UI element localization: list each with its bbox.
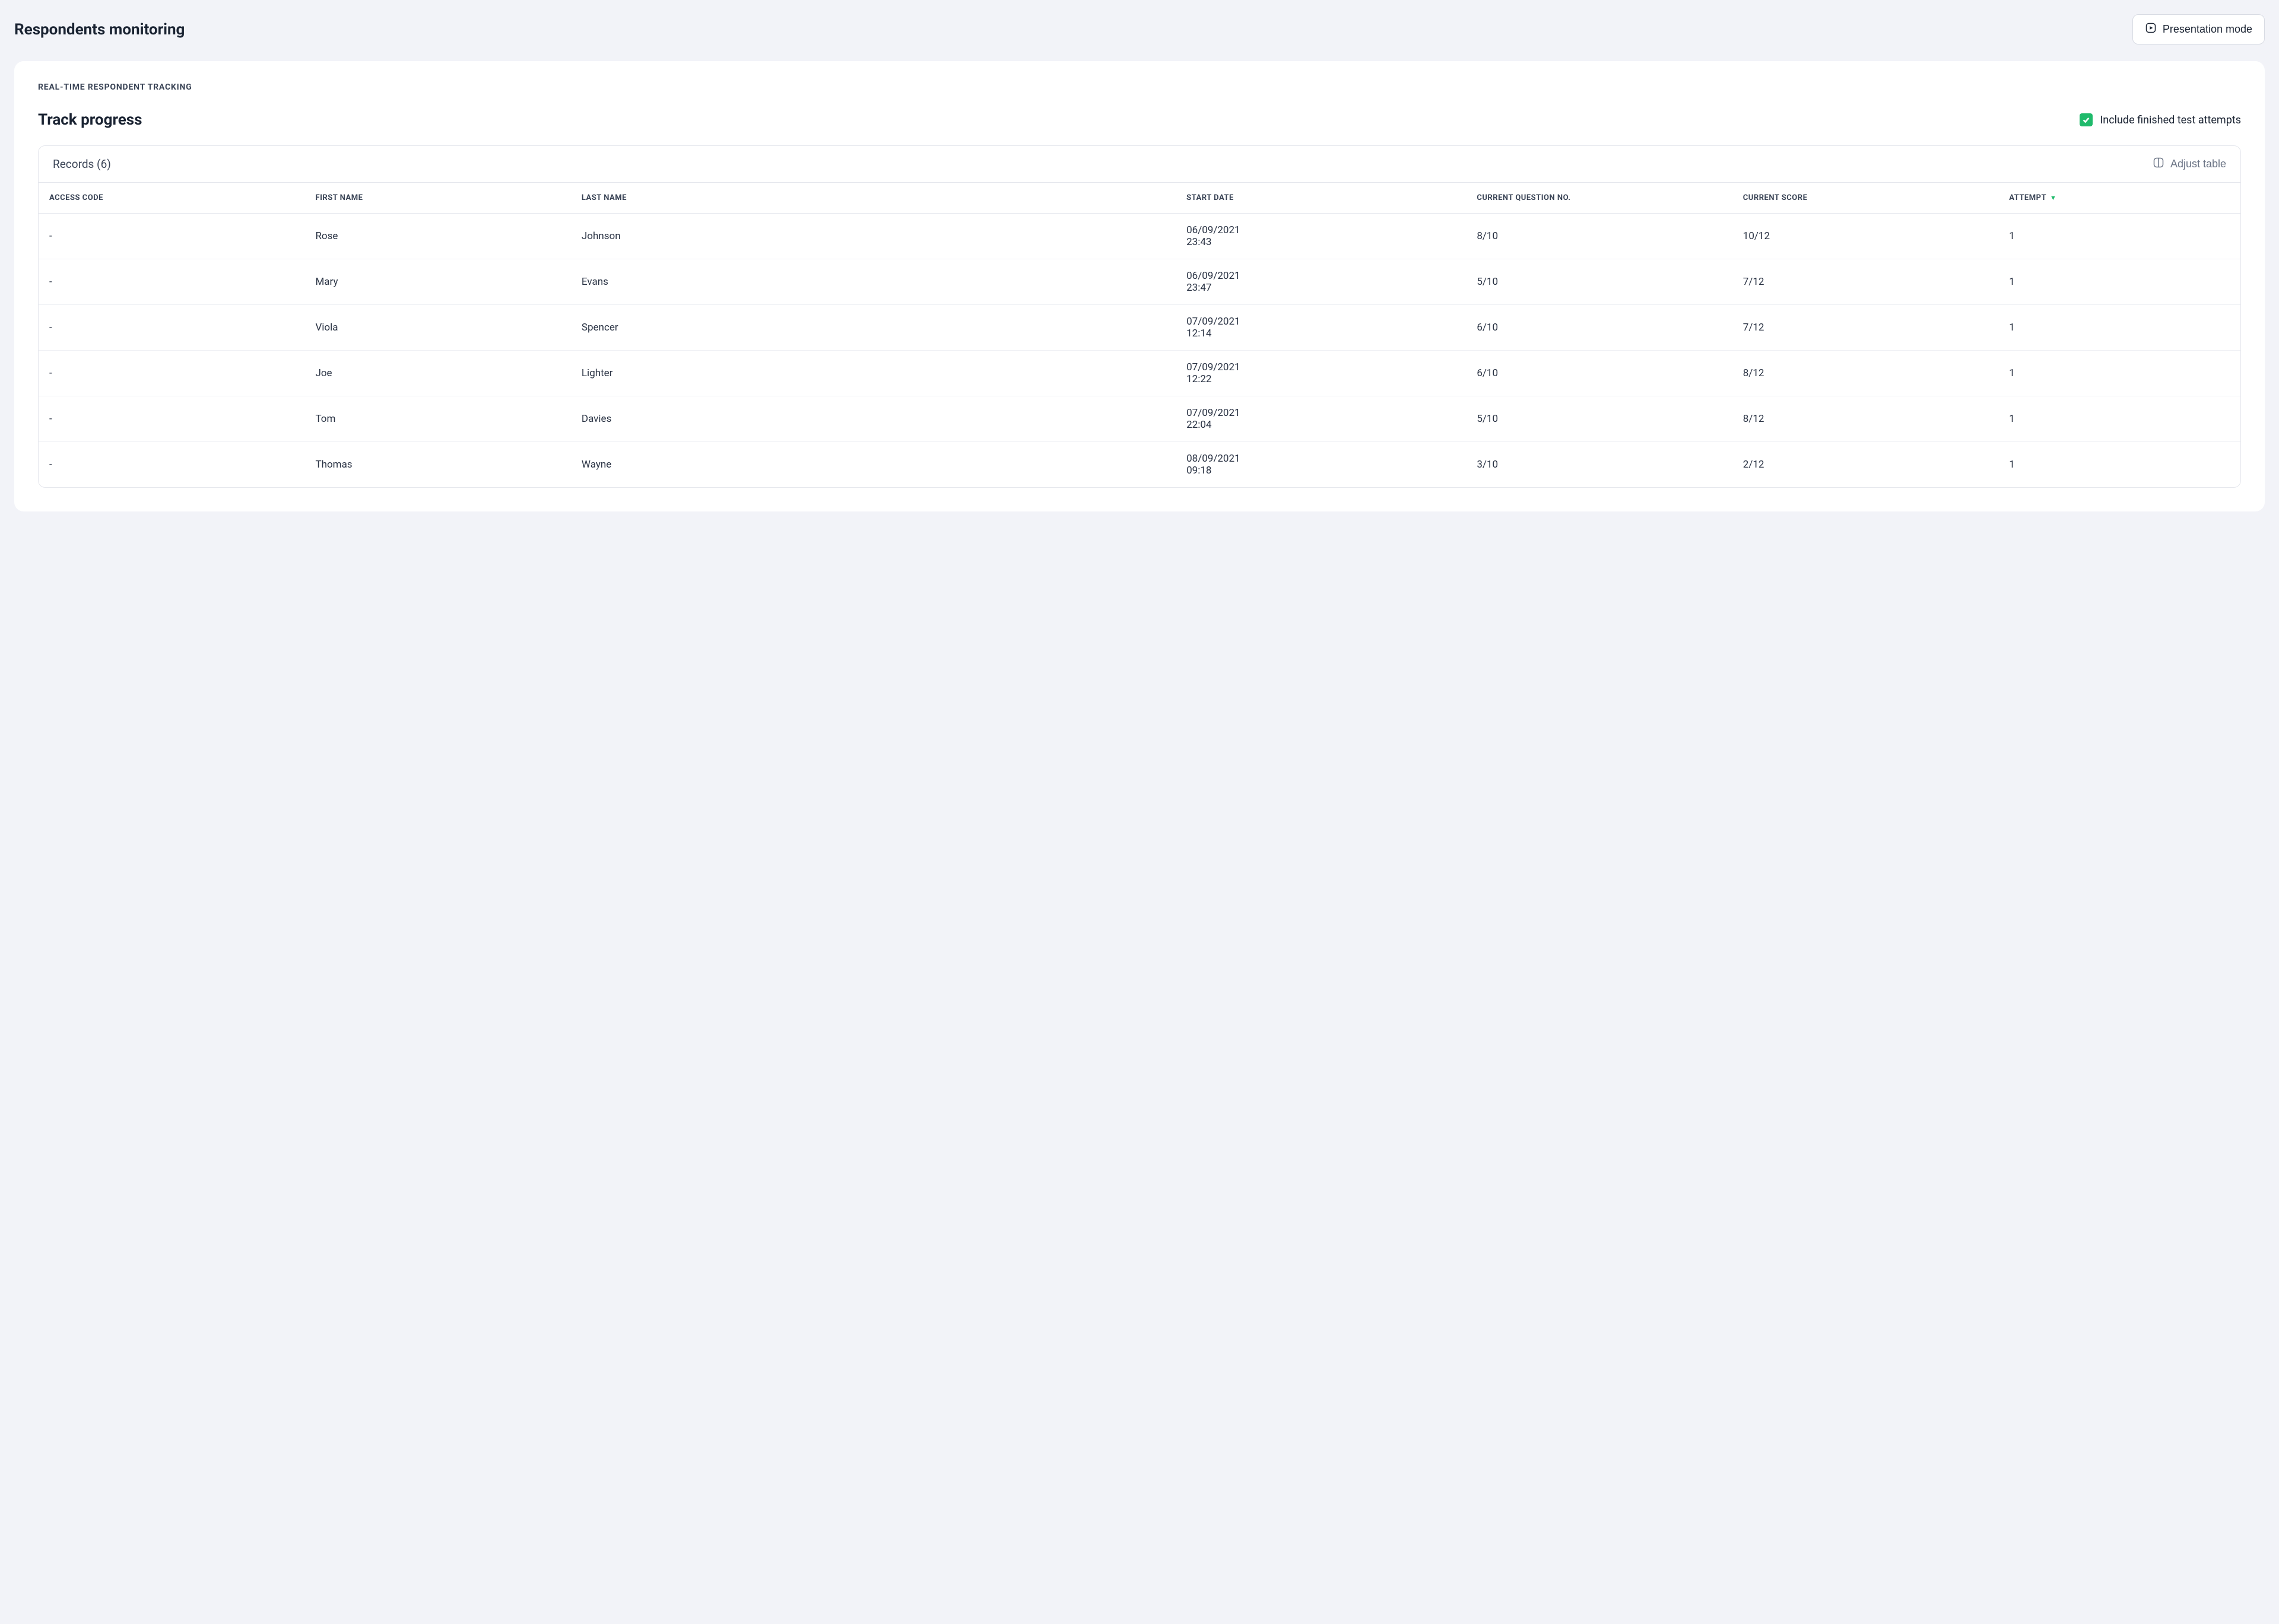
cell-last-name: Wayne [571,442,910,488]
cell-current-score: 7/12 [1732,259,1998,305]
table-row[interactable]: -TomDavies 07/09/2021 22:045/108/121 [39,396,2240,442]
columns-icon [2153,157,2164,171]
adjust-table-label: Adjust table [2170,158,2226,170]
cell-last-name: Davies [571,396,910,442]
table-row[interactable]: -ThomasWayne 08/09/2021 09:183/102/121 [39,442,2240,488]
include-finished-label: Include finished test attempts [2100,114,2241,126]
cell-spacer [910,351,1176,396]
cell-spacer [910,259,1176,305]
respondents-table: ACCESS CODE FIRST NAME LAST NAME START D… [39,183,2240,487]
checkbox-checked-icon [2080,113,2093,126]
cell-current-question: 5/10 [1466,259,1732,305]
cell-spacer [910,396,1176,442]
cell-attempt: 1 [1998,442,2240,488]
cell-attempt: 1 [1998,214,2240,259]
tracking-section-label: REAL-TIME RESPONDENT TRACKING [38,82,2241,92]
play-circle-icon [2145,22,2157,37]
col-header-access-code[interactable]: ACCESS CODE [39,183,304,214]
cell-attempt: 1 [1998,396,2240,442]
cell-attempt: 1 [1998,259,2240,305]
presentation-mode-label: Presentation mode [2163,23,2252,36]
col-header-start-date[interactable]: START DATE [1176,183,1466,214]
include-finished-toggle[interactable]: Include finished test attempts [2080,113,2241,126]
cell-access-code: - [39,259,304,305]
cell-attempt: 1 [1998,305,2240,351]
col-header-current-score[interactable]: CURRENT SCORE [1732,183,1998,214]
tracking-card: REAL-TIME RESPONDENT TRACKING Track prog… [14,61,2265,511]
cell-access-code: - [39,396,304,442]
cell-first-name: Joe [304,351,570,396]
table-row[interactable]: -MaryEvans 06/09/2021 23:475/107/121 [39,259,2240,305]
cell-current-question: 8/10 [1466,214,1732,259]
page-title: Respondents monitoring [14,21,185,39]
records-header: Records (6) Adjust table [39,146,2240,183]
cell-access-code: - [39,351,304,396]
cell-start-date: 06/09/2021 23:43 [1176,214,1466,259]
table-row[interactable]: -JoeLighter 07/09/2021 12:226/108/121 [39,351,2240,396]
cell-start-date: 07/09/2021 12:22 [1176,351,1466,396]
track-progress-title: Track progress [38,111,142,129]
cell-first-name: Viola [304,305,570,351]
cell-first-name: Tom [304,396,570,442]
cell-current-question: 6/10 [1466,305,1732,351]
table-row[interactable]: -RoseJohnson 06/09/2021 23:438/1010/121 [39,214,2240,259]
cell-current-question: 3/10 [1466,442,1732,488]
cell-first-name: Thomas [304,442,570,488]
cell-start-date: 06/09/2021 23:47 [1176,259,1466,305]
cell-current-score: 2/12 [1732,442,1998,488]
col-header-spacer [910,183,1176,214]
cell-current-score: 7/12 [1732,305,1998,351]
cell-current-score: 10/12 [1732,214,1998,259]
cell-current-score: 8/12 [1732,351,1998,396]
col-header-last-name[interactable]: LAST NAME [571,183,910,214]
cell-start-date: 08/09/2021 09:18 [1176,442,1466,488]
cell-current-question: 6/10 [1466,351,1732,396]
cell-access-code: - [39,214,304,259]
page-header: Respondents monitoring Presentation mode [14,14,2265,45]
cell-start-date: 07/09/2021 22:04 [1176,396,1466,442]
adjust-table-button[interactable]: Adjust table [2153,157,2226,171]
sort-desc-icon: ▼ [2050,194,2056,202]
cell-attempt: 1 [1998,351,2240,396]
cell-last-name: Lighter [571,351,910,396]
cell-first-name: Mary [304,259,570,305]
col-header-first-name[interactable]: FIRST NAME [304,183,570,214]
table-row[interactable]: -ViolaSpencer 07/09/2021 12:146/107/121 [39,305,2240,351]
col-header-current-question[interactable]: CURRENT QUESTION NO. [1466,183,1732,214]
presentation-mode-button[interactable]: Presentation mode [2132,14,2265,45]
cell-last-name: Spencer [571,305,910,351]
progress-header-row: Track progress Include finished test att… [38,111,2241,129]
col-header-attempt[interactable]: ATTEMPT ▼ [1998,183,2240,214]
cell-last-name: Johnson [571,214,910,259]
cell-current-question: 5/10 [1466,396,1732,442]
cell-current-score: 8/12 [1732,396,1998,442]
records-count: Records (6) [53,157,111,171]
cell-spacer [910,442,1176,488]
cell-start-date: 07/09/2021 12:14 [1176,305,1466,351]
cell-access-code: - [39,442,304,488]
cell-last-name: Evans [571,259,910,305]
cell-spacer [910,214,1176,259]
records-table-wrapper: Records (6) Adjust table ACCESS CODE FIR… [38,145,2241,488]
cell-first-name: Rose [304,214,570,259]
cell-spacer [910,305,1176,351]
cell-access-code: - [39,305,304,351]
